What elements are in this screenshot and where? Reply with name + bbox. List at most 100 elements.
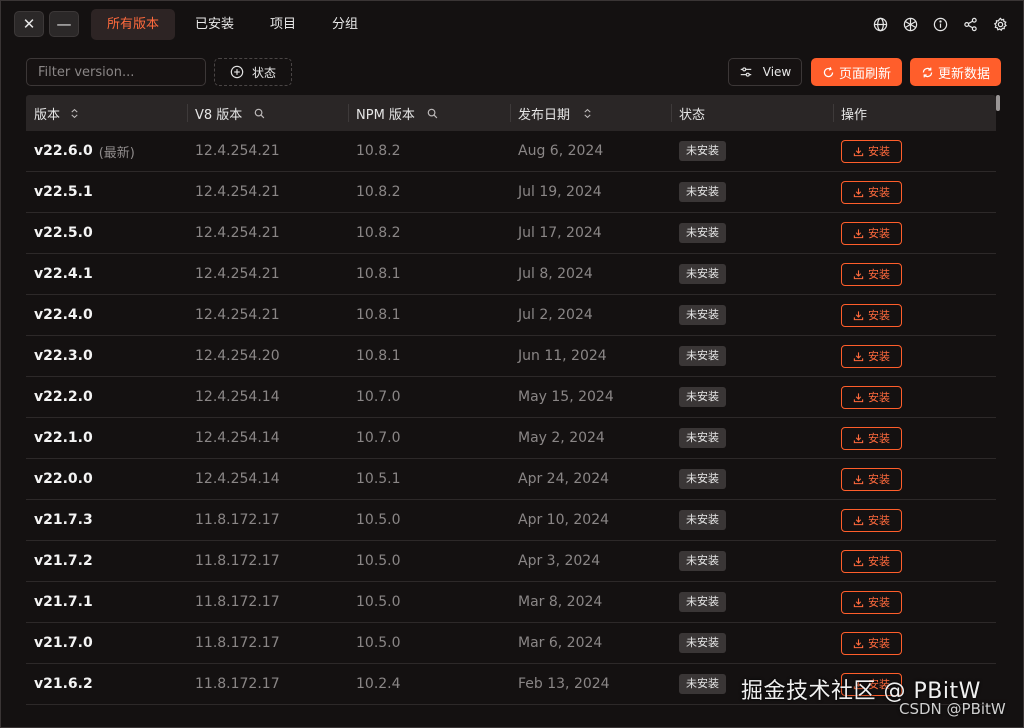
v8-version-cell: 12.4.254.21: [195, 184, 280, 200]
download-icon: [853, 228, 864, 239]
npm-version-cell: 10.8.1: [356, 266, 401, 282]
version-number: v22.3.0: [34, 348, 93, 364]
release-date-cell: Jul 8, 2024: [518, 266, 593, 282]
install-button[interactable]: 安装: [841, 426, 902, 450]
version-number: v22.2.0: [34, 389, 93, 405]
minimize-button[interactable]: —: [49, 11, 79, 37]
scrollbar-thumb[interactable]: [996, 95, 1000, 111]
table-row: v22.5.0 12.4.254.21 10.8.2 Jul 17, 2024 未安装 安…: [26, 213, 996, 254]
release-date-cell: Aug 6, 2024: [518, 143, 604, 159]
header-action: 操作: [833, 95, 867, 131]
share-icon[interactable]: [961, 15, 979, 33]
install-button[interactable]: 安装: [841, 303, 902, 327]
install-button[interactable]: 安装: [841, 262, 902, 286]
tab-projects[interactable]: 项目: [254, 9, 312, 40]
npm-version-cell: 10.8.1: [356, 348, 401, 364]
status-badge: 未安装: [679, 223, 726, 243]
npm-version-cell: 10.7.0: [356, 430, 401, 446]
sliders-icon: [739, 65, 753, 79]
close-button[interactable]: ✕: [14, 11, 44, 37]
release-date-cell: Apr 10, 2024: [518, 512, 610, 528]
tab-installed[interactable]: 已安装: [179, 9, 250, 40]
filter-version-input[interactable]: [26, 58, 206, 86]
status-cell: 未安装: [679, 213, 726, 253]
status-filter-label: 状态: [251, 65, 276, 80]
gear-icon[interactable]: [991, 15, 1009, 33]
action-cell: 安装: [841, 623, 902, 663]
globe-icon[interactable]: [871, 15, 889, 33]
sort-icon[interactable]: [582, 108, 593, 119]
header-npm[interactable]: NPM 版本: [348, 95, 438, 131]
status-badge: 未安装: [679, 592, 726, 612]
status-filter-button[interactable]: 状态: [214, 58, 292, 86]
v8-version-cell: 12.4.254.21: [195, 307, 280, 323]
install-button[interactable]: 安装: [841, 590, 902, 614]
version-cell: v22.1.0: [34, 418, 93, 458]
install-button[interactable]: 安装: [841, 549, 902, 573]
install-button[interactable]: 安装: [841, 344, 902, 368]
version-cell: v21.7.2: [34, 541, 93, 581]
table-row: v22.4.0 12.4.254.21 10.8.1 Jul 2, 2024 未安装 安装: [26, 295, 996, 336]
header-v8[interactable]: V8 版本: [187, 95, 265, 131]
release-date-cell: Jul 2, 2024: [518, 307, 593, 323]
update-data-label: 更新数据: [937, 66, 990, 82]
action-cell: 安装: [841, 131, 902, 171]
header-version[interactable]: 版本: [26, 95, 80, 131]
refresh-page-button[interactable]: 页面刷新: [811, 58, 902, 86]
install-button[interactable]: 安装: [841, 221, 902, 245]
search-icon[interactable]: [427, 108, 438, 119]
version-cell: v22.0.0: [34, 459, 93, 499]
install-button[interactable]: 安装: [841, 180, 902, 204]
table-row: v22.4.1 12.4.254.21 10.8.1 Jul 8, 2024 未安装 安装: [26, 254, 996, 295]
version-cell: v21.6.2: [34, 664, 93, 704]
v8-version-cell: 11.8.172.17: [195, 594, 280, 610]
download-icon: [853, 310, 864, 321]
download-icon: [853, 597, 864, 608]
search-icon[interactable]: [254, 108, 265, 119]
status-badge: 未安装: [679, 510, 726, 530]
install-label: 安装: [868, 350, 890, 363]
title-bar: ✕ — 所有版本 已安装 项目 分组: [1, 1, 1023, 47]
install-label: 安装: [868, 514, 890, 527]
install-label: 安装: [868, 145, 890, 158]
refresh-page-label: 页面刷新: [838, 66, 891, 82]
install-button[interactable]: 安装: [841, 139, 902, 163]
sync-icon: [921, 66, 934, 79]
header-date-label: 发布日期: [518, 107, 571, 123]
action-cell: 安装: [841, 172, 902, 212]
update-data-button[interactable]: 更新数据: [910, 58, 1001, 86]
version-cell: v22.2.0: [34, 377, 93, 417]
version-cell: v22.6.0 (最新): [34, 131, 135, 171]
install-button[interactable]: 安装: [841, 467, 902, 491]
download-icon: [853, 269, 864, 280]
tab-groups[interactable]: 分组: [316, 9, 374, 40]
watermark-secondary: CSDN @PBitW: [899, 700, 1006, 718]
download-icon: [853, 515, 864, 526]
npm-version-cell: 10.8.1: [356, 307, 401, 323]
release-date-cell: Mar 6, 2024: [518, 635, 603, 651]
v8-version-cell: 12.4.254.21: [195, 266, 280, 282]
status-cell: 未安装: [679, 418, 726, 458]
install-button[interactable]: 安装: [841, 508, 902, 532]
install-button[interactable]: 安装: [841, 385, 902, 409]
npm-version-cell: 10.5.1: [356, 471, 401, 487]
table-row: v21.7.0 11.8.172.17 10.5.0 Mar 6, 2024 未安装 安装: [26, 623, 996, 664]
install-button[interactable]: 安装: [841, 631, 902, 655]
release-date-cell: Mar 8, 2024: [518, 594, 603, 610]
plus-circle-icon: [230, 65, 244, 79]
tab-all-versions[interactable]: 所有版本: [91, 9, 176, 40]
version-cell: v21.7.3: [34, 500, 93, 540]
info-icon[interactable]: [931, 15, 949, 33]
action-cell: 安装: [841, 295, 902, 335]
version-number: v22.5.1: [34, 184, 93, 200]
status-cell: 未安装: [679, 459, 726, 499]
release-date-cell: Apr 24, 2024: [518, 471, 610, 487]
table-row: v21.7.1 11.8.172.17 10.5.0 Mar 8, 2024 未安装 安装: [26, 582, 996, 623]
sort-icon[interactable]: [69, 108, 80, 119]
header-date[interactable]: 发布日期: [510, 95, 593, 131]
v8-version-cell: 12.4.254.14: [195, 389, 280, 405]
version-cell: v22.5.0: [34, 213, 93, 253]
header-npm-label: NPM 版本: [356, 107, 415, 123]
aperture-icon[interactable]: [901, 15, 919, 33]
view-options-button[interactable]: View: [728, 58, 802, 86]
